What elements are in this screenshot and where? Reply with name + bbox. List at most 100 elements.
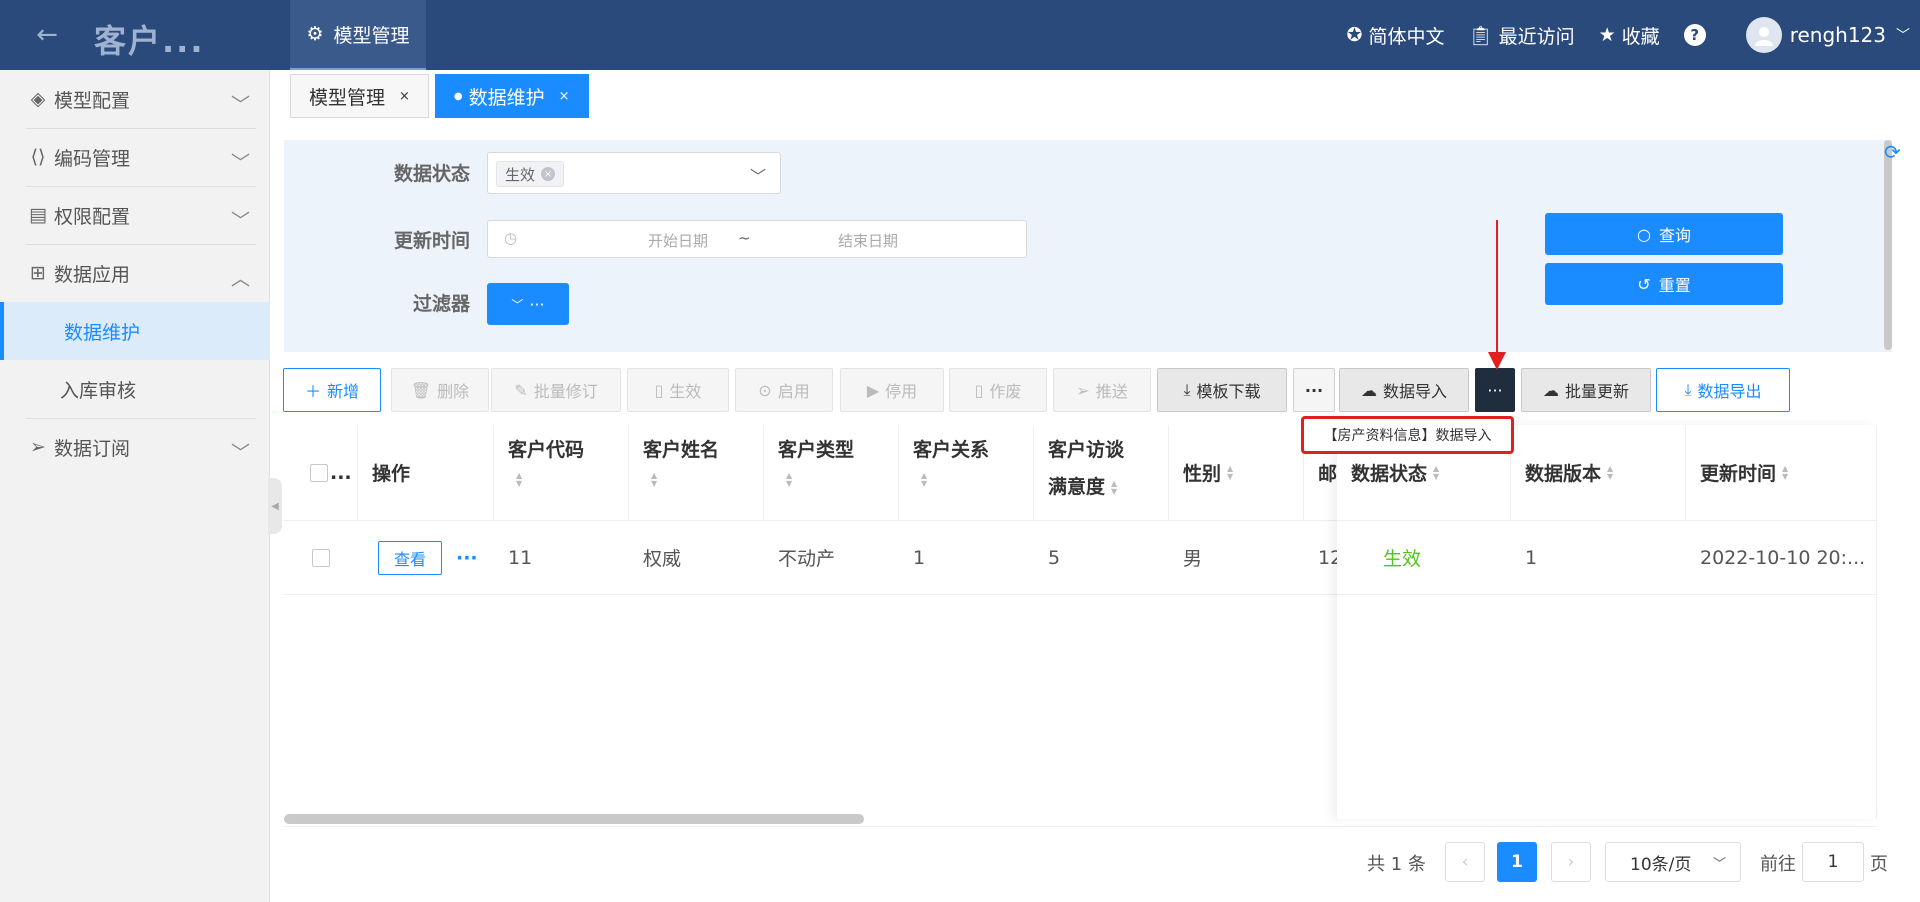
delete-label: 删除 bbox=[437, 382, 470, 401]
activate-button[interactable]: ▯ 生效 bbox=[627, 368, 729, 412]
star-icon: ★ bbox=[1598, 24, 1616, 46]
top-nav-label: 模型管理 bbox=[333, 24, 410, 47]
close-icon[interactable]: × bbox=[399, 89, 410, 104]
row-more-button[interactable]: ··· bbox=[456, 547, 478, 569]
batch-edit-label: 批量修订 bbox=[533, 382, 598, 401]
arrow-left-icon[interactable]: ← bbox=[30, 18, 64, 52]
page-size-value: 10条/页 bbox=[1630, 854, 1692, 875]
filter-label: 过滤器 bbox=[412, 293, 470, 315]
template-download-label: 模板下载 bbox=[1196, 382, 1261, 401]
filter-dropdown-button[interactable]: ﹀ ··· bbox=[487, 283, 569, 325]
edit-icon: ✎ bbox=[514, 380, 528, 400]
sort-icon[interactable]: ▲ ▼ bbox=[651, 472, 657, 488]
sidebar-item-data-maintenance[interactable]: 数据维护 bbox=[0, 302, 270, 360]
sidebar-item-code-management[interactable]: ⟨⟩ 编码管理 ﹀ bbox=[0, 128, 270, 186]
sidebar-collapse-handle[interactable]: ◀ bbox=[268, 478, 282, 534]
sort-icon[interactable]: ▲ ▼ bbox=[786, 472, 792, 488]
batch-edit-button[interactable]: ✎ 批量修订 bbox=[491, 368, 621, 412]
goto-page-input[interactable]: 1 bbox=[1802, 842, 1864, 882]
column-header-data-version[interactable]: 数据版本 ▲ ▼ bbox=[1511, 425, 1686, 521]
push-button[interactable]: ➢ 推送 bbox=[1053, 368, 1151, 412]
language-switch[interactable]: ✪ 简体中文 bbox=[1347, 22, 1445, 49]
add-label: 新增 bbox=[327, 382, 360, 401]
column-header-customer-name[interactable]: 客户姓名 ▲ ▼ bbox=[629, 425, 764, 521]
query-button[interactable]: ○ 查询 bbox=[1545, 213, 1783, 255]
page-size-select[interactable]: 10条/页 ﹀ bbox=[1605, 842, 1741, 882]
select-all-checkbox[interactable] bbox=[310, 463, 328, 482]
next-page-button[interactable]: › bbox=[1551, 842, 1591, 882]
sort-icon[interactable]: ▲ ▼ bbox=[921, 472, 927, 488]
prev-page-button[interactable]: ‹ bbox=[1445, 842, 1485, 882]
data-export-button[interactable]: ⤓ 数据导出 bbox=[1656, 368, 1790, 412]
header-label: 客户关系 bbox=[913, 439, 990, 461]
page-1-button[interactable]: 1 bbox=[1497, 842, 1537, 882]
sort-icon[interactable]: ▲ ▼ bbox=[1782, 464, 1788, 481]
tab-data-maintenance[interactable]: ● 数据维护 × bbox=[434, 74, 589, 118]
sidebar-item-data-subscription[interactable]: ➢ 数据订阅 ﹀ bbox=[0, 418, 270, 476]
header-label: 客户访谈 bbox=[1048, 439, 1125, 461]
status-chip: 生效 × bbox=[496, 161, 565, 187]
pagination-total: 共 1 条 bbox=[1367, 854, 1426, 875]
column-header-gender[interactable]: 性别 ▲ ▼ bbox=[1169, 425, 1304, 521]
disable-button[interactable]: ▶ 停用 bbox=[840, 368, 944, 412]
header-label: 数据状态 bbox=[1351, 463, 1428, 485]
sidebar-item-permission-config[interactable]: ▤ 权限配置 ﹀ bbox=[0, 186, 270, 244]
column-header-operation: 操作 bbox=[358, 425, 494, 521]
data-import-button[interactable]: ☁ 数据导入 bbox=[1339, 368, 1469, 412]
batch-update-button[interactable]: ☁ 批量更新 bbox=[1521, 368, 1651, 412]
view-button[interactable]: 查看 bbox=[378, 540, 442, 575]
annotation-arrow bbox=[1496, 220, 1498, 360]
column-header-customer-relation[interactable]: 客户关系 ▲ ▼ bbox=[899, 425, 1034, 521]
template-download-button[interactable]: ⤓ 模板下载 bbox=[1157, 368, 1287, 412]
add-button[interactable]: ＋ 新增 bbox=[283, 368, 381, 412]
reset-button[interactable]: ↺ 重置 bbox=[1545, 263, 1783, 305]
template-more-button[interactable]: ··· bbox=[1293, 368, 1335, 412]
user-menu[interactable]: rengh123 ﹀ bbox=[1790, 23, 1910, 47]
enable-button[interactable]: ⊙ 启用 bbox=[735, 368, 833, 412]
sidebar-item-label: 编码管理 bbox=[54, 147, 131, 170]
sidebar-item-label: 数据订阅 bbox=[54, 437, 131, 460]
reset-label: 重置 bbox=[1658, 276, 1691, 295]
document-icon: ▯ bbox=[974, 380, 984, 400]
top-nav-model-management[interactable]: ⚙ 模型管理 bbox=[290, 0, 426, 70]
start-date-input[interactable]: 开始日期 bbox=[598, 230, 758, 251]
sort-icon[interactable]: ▲ ▼ bbox=[1433, 464, 1439, 481]
avatar[interactable] bbox=[1745, 17, 1782, 53]
chip-close-icon[interactable]: × bbox=[541, 167, 556, 181]
cell-customer-code: 11 bbox=[494, 521, 629, 595]
sidebar-item-data-application[interactable]: ⊞ 数据应用 ︿ bbox=[0, 244, 270, 302]
sidebar-item-model-config[interactable]: ◈ 模型配置 ﹀ bbox=[0, 70, 270, 128]
sidebar-item-label: 入库审核 bbox=[60, 379, 137, 402]
trash-icon: 🗑︎ bbox=[410, 380, 432, 400]
sort-icon[interactable]: ▲ ▼ bbox=[516, 472, 522, 488]
column-header-customer-type[interactable]: 客户类型 ▲ ▼ bbox=[764, 425, 899, 521]
column-header-update-time[interactable]: 更新时间 ▲ ▼ bbox=[1686, 425, 1876, 521]
void-button[interactable]: ▯ 作废 bbox=[949, 368, 1047, 412]
end-date-input[interactable]: 结束日期 bbox=[788, 230, 948, 251]
select-all-header: ... bbox=[284, 425, 358, 521]
play-icon: ▶ bbox=[866, 380, 880, 400]
row-checkbox[interactable] bbox=[312, 548, 330, 567]
chevron-down-icon: ﹀ bbox=[230, 442, 250, 464]
column-header-customer-code[interactable]: 客户代码 ▲ ▼ bbox=[494, 425, 629, 521]
delete-button[interactable]: 🗑︎ 删除 bbox=[391, 368, 489, 412]
sidebar-item-warehouse-review[interactable]: 入库审核 bbox=[0, 360, 270, 418]
refresh-icon[interactable]: ⟳ bbox=[1884, 140, 1901, 164]
recent-visits[interactable]: 📋︎ 最近访问 bbox=[1468, 22, 1574, 49]
date-range-picker[interactable]: ◷ 开始日期 ~ 结束日期 bbox=[487, 220, 1027, 258]
activate-label: 生效 bbox=[669, 382, 702, 401]
filter-scrollbar[interactable] bbox=[1884, 140, 1892, 352]
disable-label: 停用 bbox=[885, 382, 918, 401]
table-horizontal-scrollbar[interactable] bbox=[284, 814, 864, 824]
sort-icon[interactable]: ▲ ▼ bbox=[1227, 464, 1233, 481]
close-icon[interactable]: × bbox=[559, 89, 570, 104]
status-select[interactable]: 生效 × ﹀ bbox=[487, 152, 781, 194]
favorites[interactable]: ★ 收藏 bbox=[1599, 22, 1660, 49]
sort-icon[interactable]: ▲ ▼ bbox=[1111, 479, 1117, 496]
import-more-button[interactable]: ··· bbox=[1475, 368, 1515, 412]
reset-icon: ↺ bbox=[1637, 274, 1651, 294]
column-header-satisfaction[interactable]: 客户访谈 满意度 ▲ ▼ bbox=[1034, 425, 1169, 521]
help-icon[interactable]: ? bbox=[1683, 24, 1706, 46]
sort-icon[interactable]: ▲ ▼ bbox=[1607, 464, 1613, 481]
tab-model-management[interactable]: 模型管理 × bbox=[290, 74, 429, 118]
